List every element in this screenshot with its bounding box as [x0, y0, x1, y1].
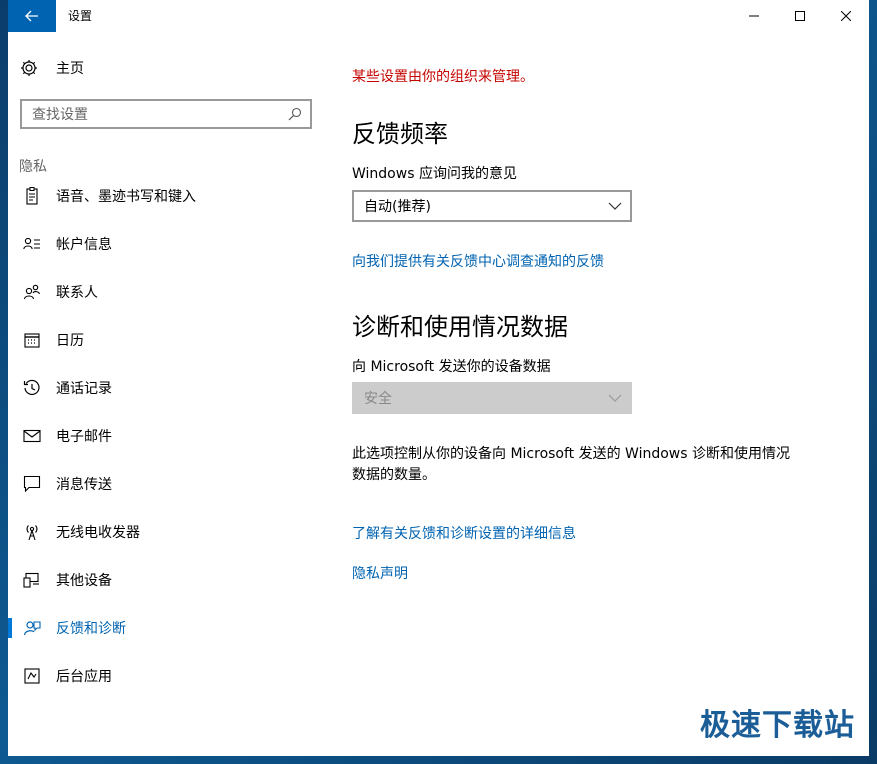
main-content: 某些设置由你的组织来管理。 反馈频率 Windows 应询问我的意见 自动(推荐… [352, 32, 852, 756]
settings-window: 设置 主页 查找设置 隐私 语音、墨迹书写和键入 帐户信息 联系人 日历 通话记… [8, 0, 869, 756]
other-devices-icon [22, 570, 42, 590]
sidebar-home[interactable]: 主页 [20, 52, 310, 84]
sidebar-item-background-apps[interactable]: 后台应用 [8, 654, 328, 698]
sidebar: 主页 查找设置 隐私 语音、墨迹书写和键入 帐户信息 联系人 日历 通话记录 电… [8, 32, 328, 756]
speech-inking-icon [22, 186, 42, 206]
search-input[interactable]: 查找设置 [20, 99, 312, 129]
maximize-icon [795, 11, 805, 21]
contacts-icon [22, 282, 42, 302]
home-label: 主页 [56, 61, 84, 77]
sidebar-item-label: 反馈和诊断 [56, 621, 126, 637]
sidebar-item-calendar[interactable]: 日历 [8, 318, 328, 362]
sidebar-item-label: 电子邮件 [56, 429, 112, 445]
privacy-statement-link[interactable]: 隐私声明 [352, 563, 408, 583]
back-button[interactable] [8, 0, 56, 32]
call-history-icon [22, 378, 42, 398]
diagnostics-label: 向 Microsoft 发送你的设备数据 [352, 359, 551, 375]
sidebar-item-label: 帐户信息 [56, 237, 112, 253]
sidebar-item-label: 联系人 [56, 285, 98, 301]
gear-icon [21, 60, 37, 76]
email-icon [22, 426, 42, 446]
managed-notice: 某些设置由你的组织来管理。 [352, 69, 534, 85]
sidebar-item-speech[interactable]: 语音、墨迹书写和键入 [8, 174, 328, 218]
diagnostics-select: 安全 [352, 382, 632, 414]
sidebar-item-contacts[interactable]: 联系人 [8, 270, 328, 314]
feedback-frequency-select[interactable]: 自动(推荐) [352, 190, 632, 222]
learn-more-link[interactable]: 了解有关反馈和诊断设置的详细信息 [352, 523, 576, 543]
sidebar-item-radios[interactable]: 无线电收发器 [8, 510, 328, 554]
search-icon [288, 107, 302, 121]
close-button[interactable] [823, 0, 869, 32]
watermark-logo: 极速下载站 [700, 708, 855, 743]
search-placeholder: 查找设置 [32, 107, 88, 123]
sidebar-item-label: 日历 [56, 333, 84, 349]
sidebar-item-other-devices[interactable]: 其他设备 [8, 558, 328, 602]
calendar-icon [22, 330, 42, 350]
sidebar-item-messaging[interactable]: 消息传送 [8, 462, 328, 506]
chevron-down-icon [608, 202, 622, 210]
diagnostics-description: 此选项控制从你的设备向 Microsoft 发送的 Windows 诊断和使用情… [352, 446, 791, 483]
account-info-icon [22, 234, 42, 254]
back-arrow-icon [25, 10, 38, 22]
sidebar-item-feedback[interactable]: 反馈和诊断 [8, 606, 328, 650]
window-title: 设置 [68, 9, 93, 23]
minimize-icon [749, 15, 759, 17]
diagnostics-heading: 诊断和使用情况数据 [352, 313, 568, 341]
feedback-icon [22, 618, 42, 638]
sidebar-item-label: 通话记录 [56, 381, 112, 397]
chevron-down-icon [608, 394, 622, 402]
feedback-heading: 反馈频率 [352, 120, 448, 148]
background-apps-icon [22, 666, 42, 686]
sidebar-item-label: 消息传送 [56, 477, 112, 493]
sidebar-item-label: 其他设备 [56, 573, 112, 589]
close-icon [841, 11, 851, 21]
maximize-button[interactable] [777, 0, 823, 32]
sidebar-item-label: 无线电收发器 [56, 525, 140, 541]
feedback-frequency-value: 自动(推荐) [364, 199, 431, 215]
feedback-frequency-label: Windows 应询问我的意见 [352, 166, 517, 182]
title-bar: 设置 [8, 0, 869, 32]
messaging-icon [22, 474, 42, 494]
minimize-button[interactable] [731, 0, 777, 32]
feedback-survey-link[interactable]: 向我们提供有关反馈中心调查通知的反馈 [352, 251, 604, 271]
sidebar-section-title: 隐私 [19, 159, 47, 175]
sidebar-item-label: 语音、墨迹书写和键入 [56, 189, 196, 205]
sidebar-item-call-history[interactable]: 通话记录 [8, 366, 328, 410]
radios-icon [22, 522, 42, 542]
sidebar-item-email[interactable]: 电子邮件 [8, 414, 328, 458]
sidebar-item-label: 后台应用 [56, 669, 112, 685]
diagnostics-value: 安全 [364, 391, 392, 407]
sidebar-item-account-info[interactable]: 帐户信息 [8, 222, 328, 266]
